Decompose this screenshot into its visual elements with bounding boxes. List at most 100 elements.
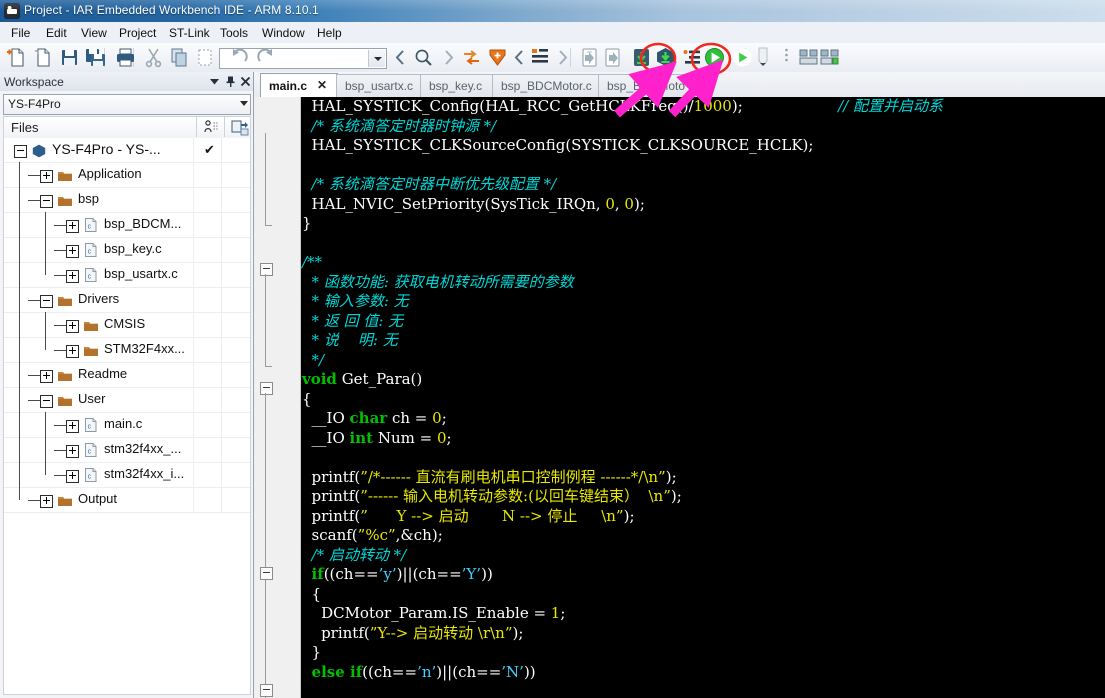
- tree-row[interactable]: bsp: [4, 188, 250, 213]
- tree-row[interactable]: c main.c: [4, 413, 250, 438]
- tree-row[interactable]: Application: [4, 163, 250, 188]
- download-active-app-icon[interactable]: [630, 46, 653, 69]
- editor-tab-bsp-bdcmoto[interactable]: bsp_BDCMoto: [598, 74, 696, 97]
- tree-expander-plus[interactable]: [66, 320, 79, 333]
- go-run-icon[interactable]: [703, 46, 726, 69]
- tree-row[interactable]: Output: [4, 488, 250, 513]
- new-view-icon[interactable]: [818, 46, 841, 69]
- tree-trunk-user: [45, 412, 46, 475]
- grid-column-line: [221, 313, 222, 338]
- tree-expander-plus[interactable]: [66, 445, 79, 458]
- cut-icon[interactable]: [142, 46, 165, 69]
- save-all-icon[interactable]: [84, 46, 107, 69]
- menu-item-st-link[interactable]: ST-Link: [164, 25, 215, 41]
- download-and-debug-icon[interactable]: [654, 46, 677, 69]
- tree-row[interactable]: YS-F4Pro - YS-... ✔: [4, 138, 250, 163]
- tree-item-label: stm32f4xx_i...: [104, 466, 185, 481]
- split-window-icon[interactable]: [797, 46, 820, 69]
- tree-expander-plus[interactable]: [66, 220, 79, 233]
- breakpoint-icon[interactable]: [528, 46, 551, 69]
- editor-tab-bsp-usartx-c[interactable]: bsp_usartx.c: [336, 74, 422, 97]
- menu-item-help[interactable]: Help: [312, 25, 347, 41]
- menu-item-window[interactable]: Window: [257, 25, 310, 41]
- tree-row[interactable]: STM32F4xx...: [4, 338, 250, 363]
- stop-build-icon[interactable]: [752, 46, 775, 69]
- paste-icon[interactable]: [194, 46, 217, 69]
- tree-row[interactable]: Readme: [4, 363, 250, 388]
- tree-row[interactable]: c stm32f4xx_...: [4, 438, 250, 463]
- tree-expander-plus[interactable]: [66, 270, 79, 283]
- pin-panel-icon[interactable]: [224, 75, 237, 88]
- tree-expander-minus[interactable]: [14, 145, 27, 158]
- tree-expander-plus[interactable]: [40, 370, 53, 383]
- tree-item-label: CMSIS: [104, 316, 146, 331]
- next-bookmark-icon[interactable]: [551, 46, 574, 69]
- source-code-text[interactable]: HAL_SYSTICK_Config(HAL_RCC_GetHCLKFreq()…: [302, 97, 1105, 698]
- fold-toggle-comment-block[interactable]: [260, 263, 273, 276]
- menu-item-tools[interactable]: Tools: [215, 25, 253, 41]
- compile-file-icon[interactable]: [578, 46, 601, 69]
- toggle-panel-icon[interactable]: [775, 46, 798, 69]
- editor-tab-bsp-key-c[interactable]: bsp_key.c: [420, 74, 494, 97]
- build-options-column[interactable]: [196, 117, 225, 137]
- tree-trunk-bsp: [45, 212, 46, 275]
- fold-toggle-else-block[interactable]: [260, 684, 273, 697]
- menu-item-edit[interactable]: Edit: [41, 25, 72, 41]
- close-tab-icon[interactable]: ✕: [317, 78, 327, 92]
- tree-row[interactable]: User: [4, 388, 250, 413]
- fold-line: [265, 133, 266, 225]
- new-document-icon[interactable]: [6, 46, 29, 69]
- editor-scroll-track[interactable]: [284, 97, 300, 698]
- tree-expander-minus[interactable]: [40, 295, 53, 308]
- tree-row[interactable]: Drivers: [4, 288, 250, 313]
- chevron-down-icon[interactable]: [240, 101, 248, 106]
- quick-search-icon[interactable]: [412, 46, 435, 69]
- go-to-definition-icon[interactable]: [460, 46, 483, 69]
- navigate-forward-icon[interactable]: [437, 46, 460, 69]
- project-file-tree[interactable]: YS-F4Pro - YS-... ✔ Application bsp c bsp_BDC…: [3, 138, 251, 695]
- tree-expander-plus[interactable]: [66, 345, 79, 358]
- copy-icon[interactable]: [168, 46, 191, 69]
- tree-expander-plus[interactable]: [66, 420, 79, 433]
- tree-expander-plus[interactable]: [66, 470, 79, 483]
- grid-column-line: [221, 213, 222, 238]
- menu-item-project[interactable]: Project: [114, 25, 161, 41]
- editor-tab-label: main.c: [269, 79, 308, 93]
- chevron-down-icon[interactable]: [368, 50, 385, 67]
- code-view[interactable]: HAL_SYSTICK_Config(HAL_RCC_GetHCLKFreq()…: [254, 97, 1105, 698]
- tree-expander-minus[interactable]: [40, 395, 53, 408]
- code-folding-margin[interactable]: [254, 97, 301, 698]
- toggle-bookmark-icon[interactable]: [486, 46, 509, 69]
- tree-expander-plus[interactable]: [66, 245, 79, 258]
- menu-item-file[interactable]: File: [6, 25, 35, 41]
- build-messages-icon[interactable]: [681, 46, 704, 69]
- tree-row[interactable]: c bsp_usartx.c: [4, 263, 250, 288]
- tree-item-label: bsp_usartx.c: [104, 266, 178, 281]
- close-panel-icon[interactable]: [239, 75, 252, 88]
- menu-item-view[interactable]: View: [76, 25, 112, 41]
- editor-tab-main-c[interactable]: main.c ✕: [260, 73, 338, 98]
- tree-row[interactable]: CMSIS: [4, 313, 250, 338]
- undo-icon[interactable]: [228, 46, 251, 69]
- print-icon[interactable]: [114, 46, 137, 69]
- open-file-icon[interactable]: [32, 46, 55, 69]
- editor-tab-bsp-bdcmotor-c[interactable]: bsp_BDCMotor.c: [492, 74, 600, 97]
- tree-row[interactable]: c bsp_key.c: [4, 238, 250, 263]
- iar-app-icon: [4, 3, 20, 19]
- editor-tab-label: bsp_BDCMoto: [607, 79, 686, 93]
- tree-expander-plus[interactable]: [40, 495, 53, 508]
- fold-toggle-function-body[interactable]: [260, 382, 273, 395]
- fold-toggle-if-block[interactable]: [260, 567, 273, 580]
- save-icon[interactable]: [58, 46, 81, 69]
- tree-expander-minus[interactable]: [40, 195, 53, 208]
- make-icon[interactable]: [601, 46, 624, 69]
- redo-icon[interactable]: [254, 46, 277, 69]
- tree-row[interactable]: c stm32f4xx_i...: [4, 463, 250, 488]
- navigate-back-icon[interactable]: [389, 46, 412, 69]
- workspace-config-select[interactable]: YS-F4Pro: [3, 94, 251, 115]
- tree-expander-plus[interactable]: [40, 170, 53, 183]
- dropdown-menu-icon[interactable]: [208, 75, 221, 88]
- run-small-icon[interactable]: [731, 46, 754, 69]
- file-status-column[interactable]: [224, 117, 253, 137]
- tree-row[interactable]: c bsp_BDCM...: [4, 213, 250, 238]
